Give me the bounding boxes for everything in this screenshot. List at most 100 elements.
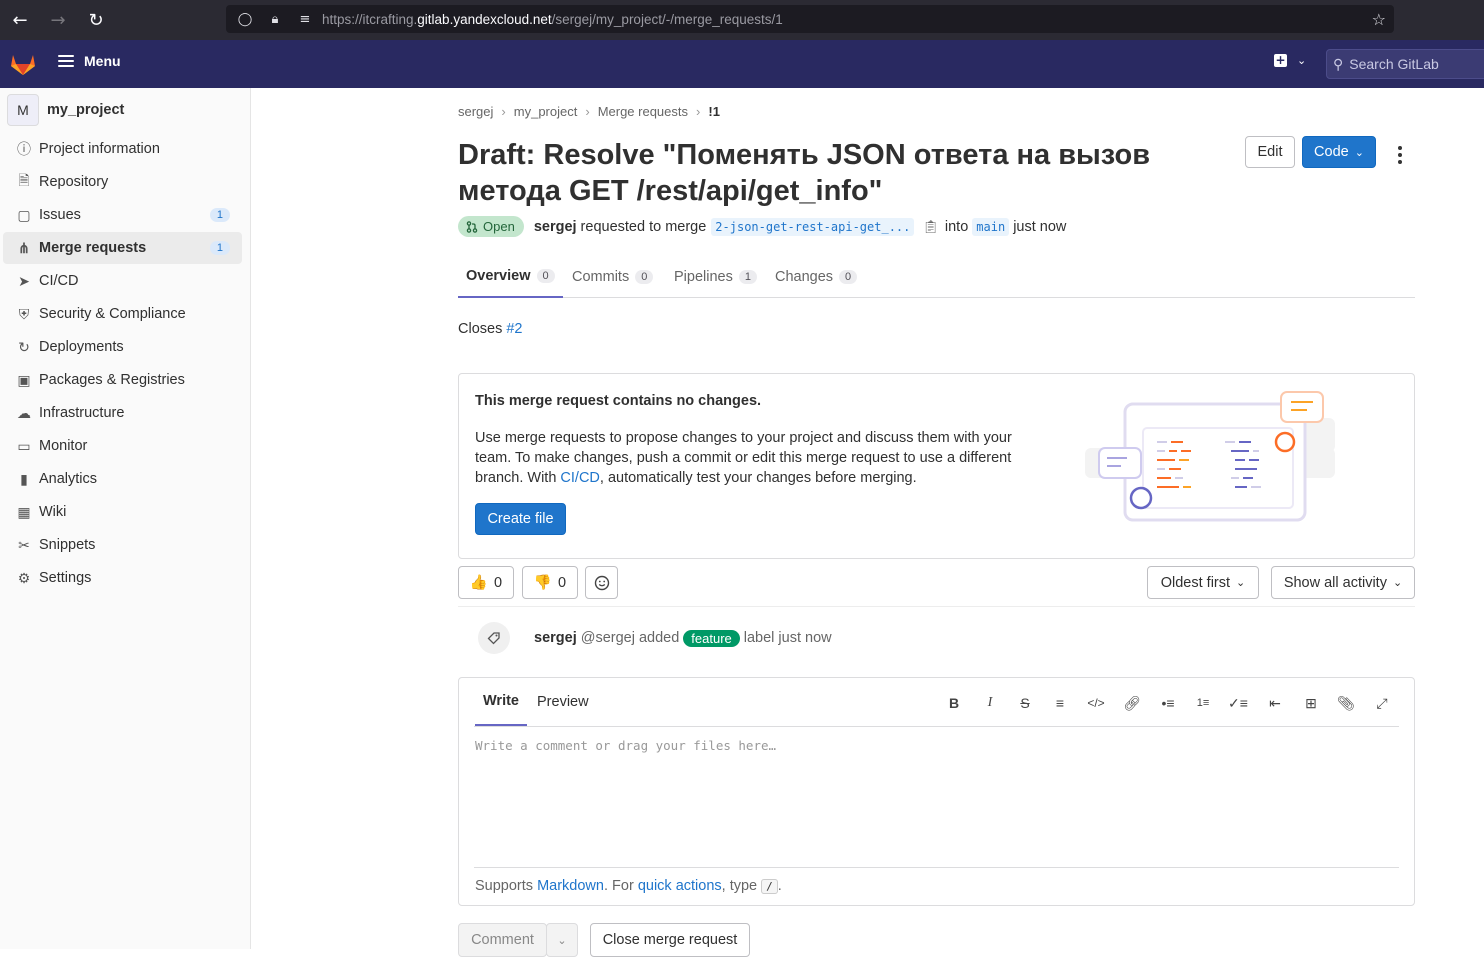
sidebar-item-settings[interactable]: ⚙ Settings [3,562,242,594]
supports-text: Supports [475,878,534,894]
reload-icon[interactable]: ↻ [78,2,114,38]
mr-author[interactable]: sergej [534,219,577,235]
breadcrumb-current[interactable]: !1 [708,104,720,119]
markdown-link[interactable]: Markdown [537,878,604,894]
activity-handle[interactable]: @sergej [581,630,635,646]
italic-icon[interactable]: I [980,693,1000,713]
tab-changes[interactable]: Changes 0 [775,256,858,298]
url-text: https://itcrafting.gitlab.yandexcloud.ne… [322,11,783,27]
copy-icon[interactable]: 📋︎ [922,219,939,235]
feature-label-badge[interactable]: feature [683,629,740,647]
new-item-button[interactable]: + ⌄ [1274,54,1306,67]
address-bar[interactable]: ◯ 🔒︎ ≡ https://itcrafting.gitlab.yandexc… [226,5,1394,33]
sidebar-item-label: CI/CD [39,273,79,289]
comment-type-dropdown[interactable]: ⌄ [546,923,578,957]
merge-request-icon [466,220,478,233]
sidebar-item-label: Project information [39,141,160,157]
back-icon[interactable]: ← [2,2,38,38]
tab-write[interactable]: Write [475,678,527,726]
permissions-icon[interactable]: ≡ [294,12,316,27]
sidebar-item-infrastructure[interactable]: ☁ Infrastructure [3,397,242,429]
tab-pipelines[interactable]: Pipelines 1 [674,256,757,298]
table-icon[interactable]: ⊞ [1301,693,1321,713]
breadcrumb: sergej › my_project › Merge requests › !1 [458,104,720,119]
sidebar-item-repository[interactable]: 🗎︎ Repository [3,166,242,198]
sidebar-item-issues[interactable]: ▢ Issues 1 [3,199,242,231]
sidebar-item-security-compliance[interactable]: ⛨ Security & Compliance [3,298,242,330]
scissors-icon: ✂ [18,536,30,553]
tab-preview[interactable]: Preview [537,678,589,726]
activity-author[interactable]: sergej [534,630,577,646]
strikethrough-icon[interactable]: S [1015,693,1035,713]
breadcrumb-user[interactable]: sergej [458,104,493,119]
no-changes-heading: This merge request contains no changes. [475,393,762,409]
tab-commits[interactable]: Commits 0 [572,256,654,298]
link-icon[interactable]: 🔗︎ [1122,693,1142,713]
chevron-down-icon: ⌄ [1236,577,1246,589]
kebab-menu-icon[interactable] [1392,144,1408,165]
thumbs-down-button[interactable]: 👎 0 [522,566,578,599]
menu-button[interactable]: Menu [58,52,121,70]
quick-actions-link[interactable]: quick actions [638,878,722,894]
add-reaction-button[interactable] [585,566,618,599]
cicd-link[interactable]: CI/CD [560,470,599,486]
source-branch[interactable]: 2-json-get-rest-api-get_... [711,217,915,236]
close-merge-request-button[interactable]: Close merge request [590,923,750,957]
sidebar-item-project-information[interactable]: ⓘ Project information [3,133,242,165]
activity-filter-dropdown[interactable]: Show all activity ⌄ [1271,566,1415,599]
sidebar-item-monitor[interactable]: ▭ Monitor [3,430,242,462]
activity-added: added [638,630,680,646]
gitlab-logo-icon[interactable] [10,52,36,76]
breadcrumb-project[interactable]: my_project [514,104,578,119]
collapsible-icon[interactable]: ⇤ [1265,693,1285,713]
sort-dropdown[interactable]: Oldest first ⌄ [1147,566,1259,599]
chevron-down-icon: ⌄ [557,934,567,947]
chart-icon: ▮ [20,470,28,487]
mr-time: just now [1013,218,1067,235]
target-branch[interactable]: main [972,217,1010,236]
search-input[interactable]: ⚲ Search GitLab [1326,49,1484,79]
gitlab-topbar: Menu + ⌄ ⚲ Search GitLab [0,40,1484,88]
quote-icon[interactable]: ≡ [1050,693,1070,713]
tab-label: Commits [572,269,630,285]
edit-button[interactable]: Edit [1245,136,1295,168]
sidebar-item-wiki[interactable]: ▦ Wiki [3,496,242,528]
comment-label: Comment [471,932,534,948]
preview-tab-label: Preview [537,694,589,710]
sidebar-item-label: Settings [39,570,92,586]
comment-textarea[interactable]: Write a comment or drag your files here… [475,738,776,753]
sidebar-item-merge-requests[interactable]: ⋔ Merge requests 1 [3,232,242,264]
edit-label: Edit [1257,144,1283,160]
sidebar-item-ci-cd[interactable]: ➤ CI/CD [3,265,242,297]
code-icon[interactable]: </> [1086,693,1106,713]
bold-icon[interactable]: B [944,693,964,713]
chevron-down-icon: ⌄ [1297,54,1307,67]
requested-text: requested to merge [580,218,707,235]
sidebar: M my_project ⓘ Project information 🗎︎ Repos… [0,88,251,949]
forward-icon[interactable]: → [40,2,76,38]
breadcrumb-merge-requests[interactable]: Merge requests [598,104,688,119]
merge-request-icon: ⋔ [18,239,30,256]
code-dropdown-button[interactable]: Code ⌄ [1302,136,1376,168]
tab-overview[interactable]: Overview 0 [458,256,563,298]
task-list-icon[interactable]: ✓≡ [1228,693,1248,713]
thumbs-up-button[interactable]: 👍 0 [458,566,514,599]
attach-icon[interactable]: 📎︎ [1336,693,1356,713]
sidebar-item-label: Repository [39,174,109,190]
cloud-icon: ☁ [17,404,31,421]
comment-button[interactable]: Comment [458,923,547,957]
bookmark-star-icon[interactable]: ☆ [1372,10,1386,29]
sidebar-item-packages-registries[interactable]: ▣ Packages & Registries [3,364,242,396]
numbered-list-icon[interactable]: 1≡ [1193,693,1213,713]
close-mr-label: Close merge request [602,932,738,948]
issue-link[interactable]: #2 [506,321,522,337]
sidebar-project-header[interactable]: M my_project [7,94,124,126]
fullscreen-icon[interactable]: ⤢ [1372,693,1392,713]
bullet-list-icon[interactable]: •≡ [1158,693,1178,713]
sidebar-item-analytics[interactable]: ▮ Analytics [3,463,242,495]
editor-footer-divider [474,867,1399,868]
sidebar-item-deployments[interactable]: ↻ Deployments [3,331,242,363]
thumbs-down-icon: 👎 [533,575,552,591]
create-file-button[interactable]: Create file [475,503,566,535]
sidebar-item-snippets[interactable]: ✂ Snippets [3,529,242,561]
